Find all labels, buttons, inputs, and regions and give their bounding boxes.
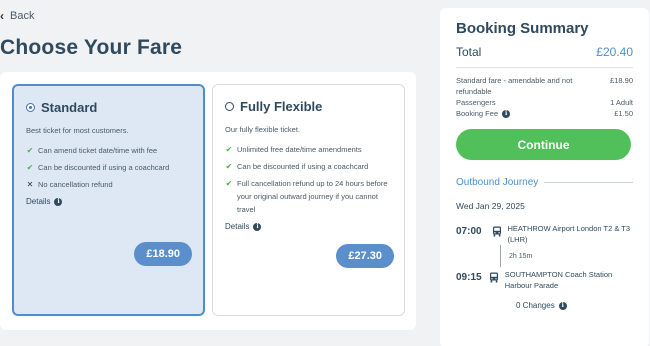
departure-time: 07:00	[456, 226, 482, 237]
line-item-label: Passengers	[456, 98, 496, 107]
line-item-label-group: Booking Fee i	[456, 108, 511, 119]
price-button[interactable]: £27.30	[336, 244, 394, 268]
fare-header: Standard	[26, 100, 192, 115]
chevron-left-icon: ‹	[0, 9, 4, 23]
info-icon[interactable]: i	[54, 197, 63, 206]
fare-name: Fully Flexible	[240, 99, 323, 114]
changes-label: 0 Changes	[516, 301, 555, 310]
fare-feature-text: Can be discounted if using a coachcard	[38, 163, 170, 172]
info-icon[interactable]: i	[558, 301, 567, 310]
check-icon: ✔	[225, 145, 233, 154]
total-value: £20.40	[596, 45, 633, 59]
page-title: Choose Your Fare	[0, 36, 183, 59]
line-item: Passengers 1 Adult	[456, 97, 633, 108]
changes-info[interactable]: 0 Changes i	[516, 301, 633, 310]
arrival-time: 09:15	[456, 272, 482, 283]
fare-card-fully-flexible[interactable]: Fully Flexible Our fully flexible ticket…	[212, 84, 405, 316]
check-icon: ✔	[225, 179, 233, 188]
fare-feature: ✔ Unlimited free date/time amendments	[225, 143, 393, 156]
divider	[544, 182, 633, 183]
fare-feature-text: Full cancellation refund up to 24 hours …	[237, 179, 388, 214]
fare-feature: ✔ Can be discounted if using a coachcard	[26, 161, 192, 174]
back-label: Back	[10, 10, 35, 22]
info-icon[interactable]: i	[502, 109, 511, 118]
details-link[interactable]: Details i	[26, 197, 192, 206]
line-item-value: £1.50	[614, 109, 633, 118]
check-icon: ✔	[26, 146, 34, 155]
arrival-place: SOUTHAMPTON Coach Station Harbour Parade	[504, 270, 613, 290]
outbound-journey-header: Outbound Journey	[456, 177, 633, 188]
fare-feature: ✔ Can be discounted if using a coachcard	[225, 160, 393, 173]
fare-header: Fully Flexible	[225, 99, 393, 114]
journey-date: Wed Jan 29, 2025	[456, 201, 525, 211]
fare-card-standard[interactable]: Standard Best ticket for most customers.…	[12, 84, 205, 316]
total-label: Total	[456, 45, 482, 59]
line-item-label: Booking Fee	[456, 109, 499, 118]
route-line	[500, 245, 501, 267]
booking-summary-title: Booking Summary	[456, 20, 589, 37]
line-item-value: £18.90	[610, 76, 633, 85]
journey-duration: 2h 15m	[509, 252, 533, 260]
fare-feature-text: Can amend ticket date/time with fee	[38, 146, 158, 155]
fare-description: Our fully flexible ticket.	[225, 125, 301, 134]
fare-description: Best ticket for most customers.	[26, 126, 129, 135]
radio-fully-flexible[interactable]	[225, 102, 234, 111]
details-link[interactable]: Details i	[225, 222, 393, 231]
fare-feature-text: No cancellation refund	[38, 180, 113, 189]
radio-standard[interactable]	[26, 103, 35, 112]
check-icon: ✔	[225, 162, 233, 171]
arrival-stop: 09:15 SOUTHAMPTON Coach Station Harbour …	[456, 269, 633, 291]
departure-place: HEATHROW Airport London T2 & T3 (LHR)	[507, 224, 631, 244]
price-breakdown: Standard fare - amendable and not refund…	[456, 75, 633, 119]
fare-feature-text: Can be discounted if using a coachcard	[237, 162, 369, 171]
bus-icon	[492, 226, 501, 237]
fare-feature: ✕ No cancellation refund	[26, 178, 192, 191]
continue-button[interactable]: Continue	[456, 129, 631, 160]
line-item: Standard fare - amendable and not refund…	[456, 75, 633, 97]
fare-feature-list: ✔ Unlimited free date/time amendments ✔ …	[225, 143, 393, 216]
bus-icon	[489, 272, 498, 283]
fare-options-panel: Standard Best ticket for most customers.…	[0, 72, 416, 330]
line-item-value: 1 Adult	[610, 98, 633, 107]
line-item: Booking Fee i £1.50	[456, 108, 633, 119]
check-icon: ✔	[26, 163, 34, 172]
fare-feature: ✔ Can amend ticket date/time with fee	[26, 144, 192, 157]
duration-row: 2h 15m	[456, 245, 633, 267]
details-label: Details	[26, 197, 51, 206]
info-icon[interactable]: i	[253, 222, 262, 231]
fare-name: Standard	[41, 100, 98, 115]
fare-feature: ✔ Full cancellation refund up to 24 hour…	[225, 177, 393, 216]
details-label: Details	[225, 222, 250, 231]
price-button[interactable]: £18.90	[134, 242, 192, 266]
back-link[interactable]: ‹ Back	[0, 9, 34, 23]
total-row: Total £20.40	[456, 45, 633, 68]
outbound-journey-title: Outbound Journey	[456, 177, 539, 188]
fare-feature-list: ✔ Can amend ticket date/time with fee ✔ …	[26, 144, 192, 191]
departure-stop: 07:00 HEATHROW Airport London T2 & T3 (L…	[456, 223, 633, 245]
booking-summary-panel: Booking Summary Total £20.40 Standard fa…	[440, 8, 649, 346]
cross-icon: ✕	[26, 180, 34, 189]
line-item-label: Standard fare - amendable and not refund…	[456, 76, 573, 96]
fare-feature-text: Unlimited free date/time amendments	[237, 145, 362, 154]
